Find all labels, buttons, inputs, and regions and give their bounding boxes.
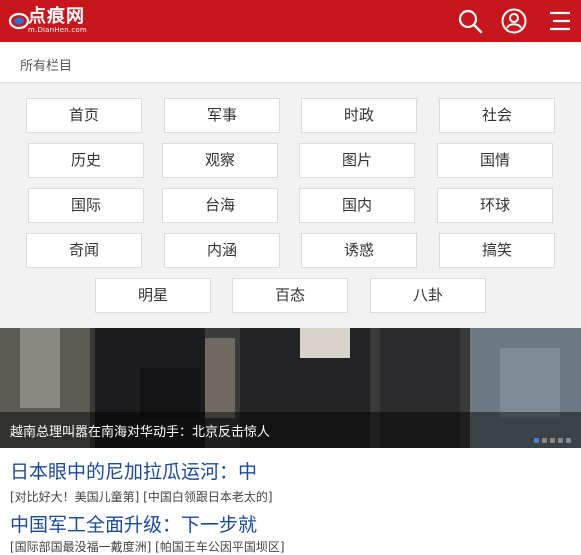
category-pictures[interactable]: 图片 <box>299 143 415 178</box>
category-celebrity[interactable]: 明星 <box>95 278 211 313</box>
user-button[interactable] <box>501 8 527 34</box>
top-header: 点痕网 m.DianHen.com <box>0 0 581 42</box>
all-sections-bar: 所有栏目 <box>0 42 581 83</box>
category-humor[interactable]: 内涵 <box>164 233 280 268</box>
category-oddities[interactable]: 奇闻 <box>26 233 142 268</box>
menu-icon <box>550 11 570 31</box>
slider-dot[interactable] <box>550 438 555 443</box>
category-international[interactable]: 国际 <box>28 188 144 223</box>
category-funny[interactable]: 搞笑 <box>439 233 555 268</box>
slider-dot[interactable] <box>558 438 563 443</box>
hero-caption-bar: 越南总理叫嚣在南海对华动手：北京反击惊人 <box>0 412 581 448</box>
logo-mark-icon <box>8 12 30 30</box>
category-observe[interactable]: 观察 <box>162 143 278 178</box>
search-button[interactable] <box>457 8 483 34</box>
category-domestic[interactable]: 国内 <box>299 188 415 223</box>
slider-dot[interactable] <box>542 438 547 443</box>
category-home[interactable]: 首页 <box>26 98 142 133</box>
search-icon <box>458 9 483 34</box>
news-list: 日本眼中的尼加拉瓜运河：中 [对比好大！美国儿童第] [中国白领跟日本老太的] … <box>0 448 581 554</box>
category-society[interactable]: 社会 <box>439 98 555 133</box>
category-panel: 首页 军事 时政 社会 历史 观察 图片 国情 国际 台海 国内 环球 奇闻 内… <box>0 83 581 328</box>
category-politics[interactable]: 时政 <box>301 98 417 133</box>
hero-slider[interactable]: 越南总理叫嚣在南海对华动手：北京反击惊人 <box>0 328 581 448</box>
category-gossip[interactable]: 八卦 <box>370 278 486 313</box>
slider-dots <box>531 428 571 447</box>
category-taiwan-strait[interactable]: 台海 <box>162 188 278 223</box>
hero-caption[interactable]: 越南总理叫嚣在南海对华动手：北京反击惊人 <box>10 421 270 440</box>
news-related-links[interactable]: [对比好大！美国儿童第] [中国白领跟日本老太的] <box>10 488 273 505</box>
news-headline[interactable]: 日本眼中的尼加拉瓜运河：中 <box>10 457 257 484</box>
category-life[interactable]: 百态 <box>232 278 348 313</box>
news-headline[interactable]: 中国军工全面升级：下一步就 <box>10 510 257 537</box>
slider-dot[interactable] <box>566 438 571 443</box>
site-logo[interactable]: 点痕网 m.DianHen.com <box>8 5 118 37</box>
category-military[interactable]: 军事 <box>164 98 280 133</box>
category-global[interactable]: 环球 <box>437 188 553 223</box>
logo-domain: m.DianHen.com <box>28 26 87 34</box>
category-history[interactable]: 历史 <box>28 143 144 178</box>
slider-dot[interactable] <box>534 438 539 443</box>
all-sections-label: 所有栏目 <box>20 59 73 74</box>
user-icon <box>501 8 527 34</box>
logo-text: 点痕网 <box>28 6 85 27</box>
news-related-links[interactable]: [国际部国最没福一戴度洲] [帕国王车公因平国坝区] <box>10 538 285 555</box>
category-national[interactable]: 国情 <box>437 143 553 178</box>
category-allure[interactable]: 诱惑 <box>301 233 417 268</box>
menu-button[interactable] <box>547 8 573 34</box>
